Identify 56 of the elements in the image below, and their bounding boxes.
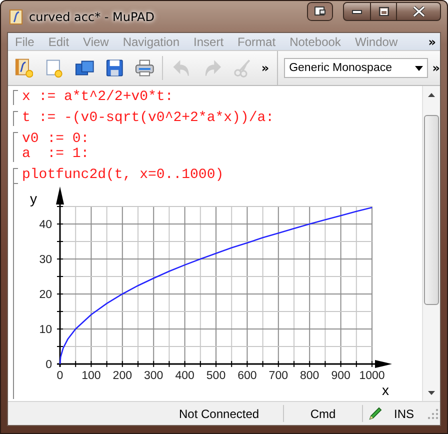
notebook-star-icon[interactable] bbox=[14, 58, 34, 78]
insert-mode-indicator: INS bbox=[392, 406, 415, 420]
axis-label: y bbox=[30, 190, 37, 206]
axis-tick-label: 400 bbox=[175, 370, 194, 382]
scroll-up-icon[interactable] bbox=[428, 92, 435, 96]
menu-item[interactable]: File bbox=[8, 34, 42, 48]
vertical-scrollbar[interactable] bbox=[422, 86, 440, 401]
folders-icon[interactable] bbox=[74, 58, 94, 78]
font-dropdown[interactable]: Generic Monospace bbox=[284, 58, 428, 78]
axis-tick-label: 800 bbox=[300, 370, 320, 382]
axis-tick-label: 700 bbox=[268, 370, 288, 382]
minimize-button[interactable] bbox=[343, 2, 371, 21]
maximize-button[interactable] bbox=[371, 2, 397, 21]
resize-grip-icon[interactable] bbox=[426, 406, 440, 420]
axis-tick-label: 20 bbox=[39, 289, 52, 301]
axis-tick-label: 10 bbox=[39, 324, 52, 336]
axis-tick-label: 600 bbox=[238, 370, 257, 382]
close-icon[interactable] bbox=[412, 6, 424, 17]
menu-item[interactable]: Insert bbox=[186, 34, 231, 48]
close-button[interactable] bbox=[397, 2, 441, 21]
scroll-down-icon[interactable] bbox=[428, 390, 435, 394]
mode-indicator: Cmd bbox=[309, 406, 337, 420]
app-icon bbox=[9, 8, 23, 24]
axis-tick-label: 30 bbox=[39, 254, 52, 266]
axis-tick-label: 1000 bbox=[359, 370, 385, 382]
axis-tick-label: 100 bbox=[82, 370, 101, 382]
menu-overflow-button[interactable]: » bbox=[428, 34, 440, 48]
axis-tick-label: 40 bbox=[39, 219, 52, 231]
printer-icon[interactable] bbox=[135, 58, 154, 78]
input-code[interactable]: plotfunc2d(t, x=0..1000) bbox=[22, 168, 224, 183]
axis-tick-label: 300 bbox=[144, 370, 164, 382]
pencil-icon bbox=[368, 406, 382, 420]
menu-item[interactable]: Format bbox=[230, 34, 283, 48]
input-code[interactable]: v0 := 0: a := 1: bbox=[22, 132, 90, 162]
page-star-icon[interactable] bbox=[44, 58, 64, 78]
axis-tick-label: 500 bbox=[206, 370, 226, 382]
minimize-icon[interactable] bbox=[352, 10, 362, 14]
window-title: curved acc* - MuPAD bbox=[29, 10, 156, 24]
axis-label: x bbox=[382, 382, 389, 398]
axis-tick-label: 900 bbox=[331, 370, 350, 382]
input-code[interactable]: x := a*t^2/2+v0*t: bbox=[22, 90, 174, 105]
menu-item[interactable]: Window bbox=[348, 34, 405, 48]
toolbar-overflow-button[interactable]: » bbox=[261, 61, 270, 75]
maximize-icon[interactable] bbox=[378, 7, 388, 16]
menu-item[interactable]: View bbox=[76, 34, 116, 48]
caret-icon bbox=[415, 66, 424, 70]
window-switch-icon[interactable] bbox=[307, 2, 333, 21]
axis-tick-label: 0 bbox=[56, 370, 64, 382]
toolbar-overflow-button[interactable]: » bbox=[432, 61, 440, 75]
axis-tick-label: 0 bbox=[46, 359, 52, 371]
menu-item[interactable]: Edit bbox=[41, 34, 76, 48]
menu-item[interactable]: Navigation bbox=[116, 34, 187, 48]
axis-tick-label: 200 bbox=[112, 370, 132, 382]
connection-status: Not Connected bbox=[179, 406, 260, 420]
menu-item[interactable]: Notebook bbox=[282, 34, 348, 48]
input-code[interactable]: t := -(v0-sqrt(v0^2+2*a*x))/a: bbox=[22, 111, 274, 126]
